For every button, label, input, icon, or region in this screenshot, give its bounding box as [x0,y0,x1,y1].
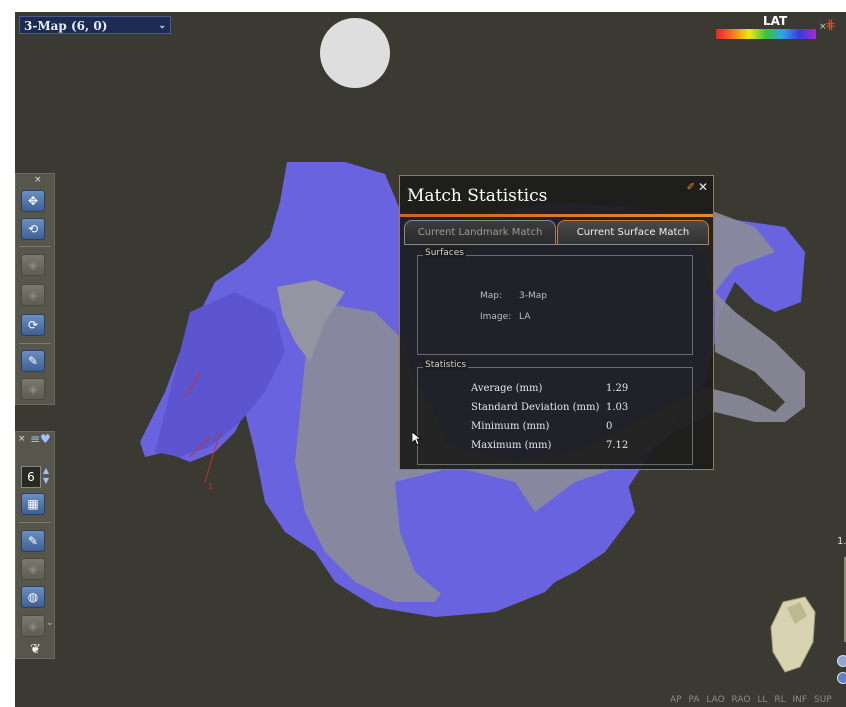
tab-divider [404,244,709,245]
image-label: Image: [480,312,512,322]
toolbar-divider [19,522,51,523]
grid-settings-icon[interactable]: ⋕ [825,18,836,33]
3d-viewport[interactable]: 1 3-Map (6, 0) ⌄ LAT × ⋕ × ✥ ⟲ ◈ ◈ ⟳ ✎ ◈… [15,12,846,707]
map-toolbar: × ≡♥ 6 ▲ ▼ ▦ ✎ ◈ ◍ ◈ ⌄ ❦ [15,431,55,659]
map-value: 3-Map [519,291,547,301]
refresh-icon[interactable]: ⟳ [21,314,45,336]
stat-label-average: Average (mm) [471,383,543,394]
stat-value-maximum: 7.12 [606,440,629,451]
tool-disabled-icon: ◈ [21,284,45,306]
chevron-down-icon[interactable]: ⌄ [46,618,54,628]
tool-disabled-icon: ◈ [21,254,45,276]
view-preset-inf[interactable]: INF [792,695,807,705]
pin-icon[interactable]: ✐ [687,182,695,193]
toolbar-close-icon[interactable]: × [34,175,42,185]
stat-value-minimum: 0 [606,421,613,432]
surfaces-group-title: Surfaces [423,248,466,258]
map-selector-value: 3-Map (6, 0) [24,19,108,33]
zoom-level: 1. [837,536,846,547]
toolbar-divider [19,343,51,344]
close-icon[interactable]: ✕ [698,180,708,194]
tool-disabled-icon: ◈ [21,378,45,400]
map-selector-dropdown[interactable]: 3-Map (6, 0) ⌄ [19,16,171,34]
view-preset-lao[interactable]: LAO [706,695,724,705]
heart-tool-icon[interactable]: ❦ [30,642,41,657]
view-preset-sup[interactable]: SUP [814,695,832,705]
heart-map-icon: ≡♥ [30,432,51,446]
zoom-out-icon[interactable] [837,655,846,667]
toolbar-divider [19,246,51,247]
tool-disabled-icon: ◈ [21,615,45,637]
point-count-field[interactable]: 6 [21,466,41,488]
statistics-group-title: Statistics [423,360,469,370]
toolbar-close-icon[interactable]: × [18,434,26,444]
view-preset-rao[interactable]: RAO [732,695,751,705]
zoom-reset-icon[interactable] [837,672,846,684]
rotate-icon[interactable]: ⟲ [21,218,45,240]
stat-label-minimum: Minimum (mm) [471,421,550,432]
map-label: Map: [480,291,503,301]
view-preset-ll[interactable]: LL [757,695,767,705]
catheter-marker: 1 [208,482,213,491]
point-count-stepper[interactable]: ▲ ▼ [41,466,51,486]
view-preset-rl[interactable]: RL [774,695,785,705]
color-scale-bar[interactable] [716,29,816,39]
title-accent-bar [400,214,713,217]
tab-current-surface-match[interactable]: Current Surface Match [557,220,709,244]
light-sphere [320,18,390,88]
tool-disabled-icon: ◈ [21,558,45,580]
tab-current-landmark-match[interactable]: Current Landmark Match [404,220,556,244]
orientation-heart-icon [770,596,816,673]
color-wheel-icon[interactable]: ◍ [21,586,45,608]
view-preset-pa[interactable]: PA [688,695,699,705]
view-preset-ap[interactable]: AP [670,695,682,705]
color-scale-label: LAT [763,14,788,28]
map-mesh-patch [395,467,635,602]
view-toolbar: × ✥ ⟲ ◈ ◈ ⟳ ✎ ◈ [15,173,55,405]
stat-value-std-dev: 1.03 [606,402,629,413]
pencil-icon[interactable]: ✎ [21,350,45,372]
match-statistics-dialog: Match Statistics ✐ ✕ Current Landmark Ma… [399,175,714,470]
image-value: LA [519,312,531,322]
stat-value-average: 1.29 [606,383,629,394]
grid-map-icon[interactable]: ▦ [21,493,45,515]
stat-label-maximum: Maximum (mm) [471,440,552,451]
brush-icon[interactable]: ✎ [21,530,45,552]
pan-icon[interactable]: ✥ [21,190,45,212]
statistics-group: Statistics Average (mm) 1.29 Standard De… [417,360,693,465]
dialog-title: Match Statistics [407,186,548,206]
view-presets: AP PA LAO RAO LL RL INF SUP [670,695,832,705]
chevron-down-icon: ⌄ [158,21,166,31]
stat-label-std-dev: Standard Deviation (mm) [471,402,600,413]
surfaces-group: Surfaces Map: 3-Map Image: LA [417,248,693,355]
mouse-cursor-icon [412,432,422,446]
